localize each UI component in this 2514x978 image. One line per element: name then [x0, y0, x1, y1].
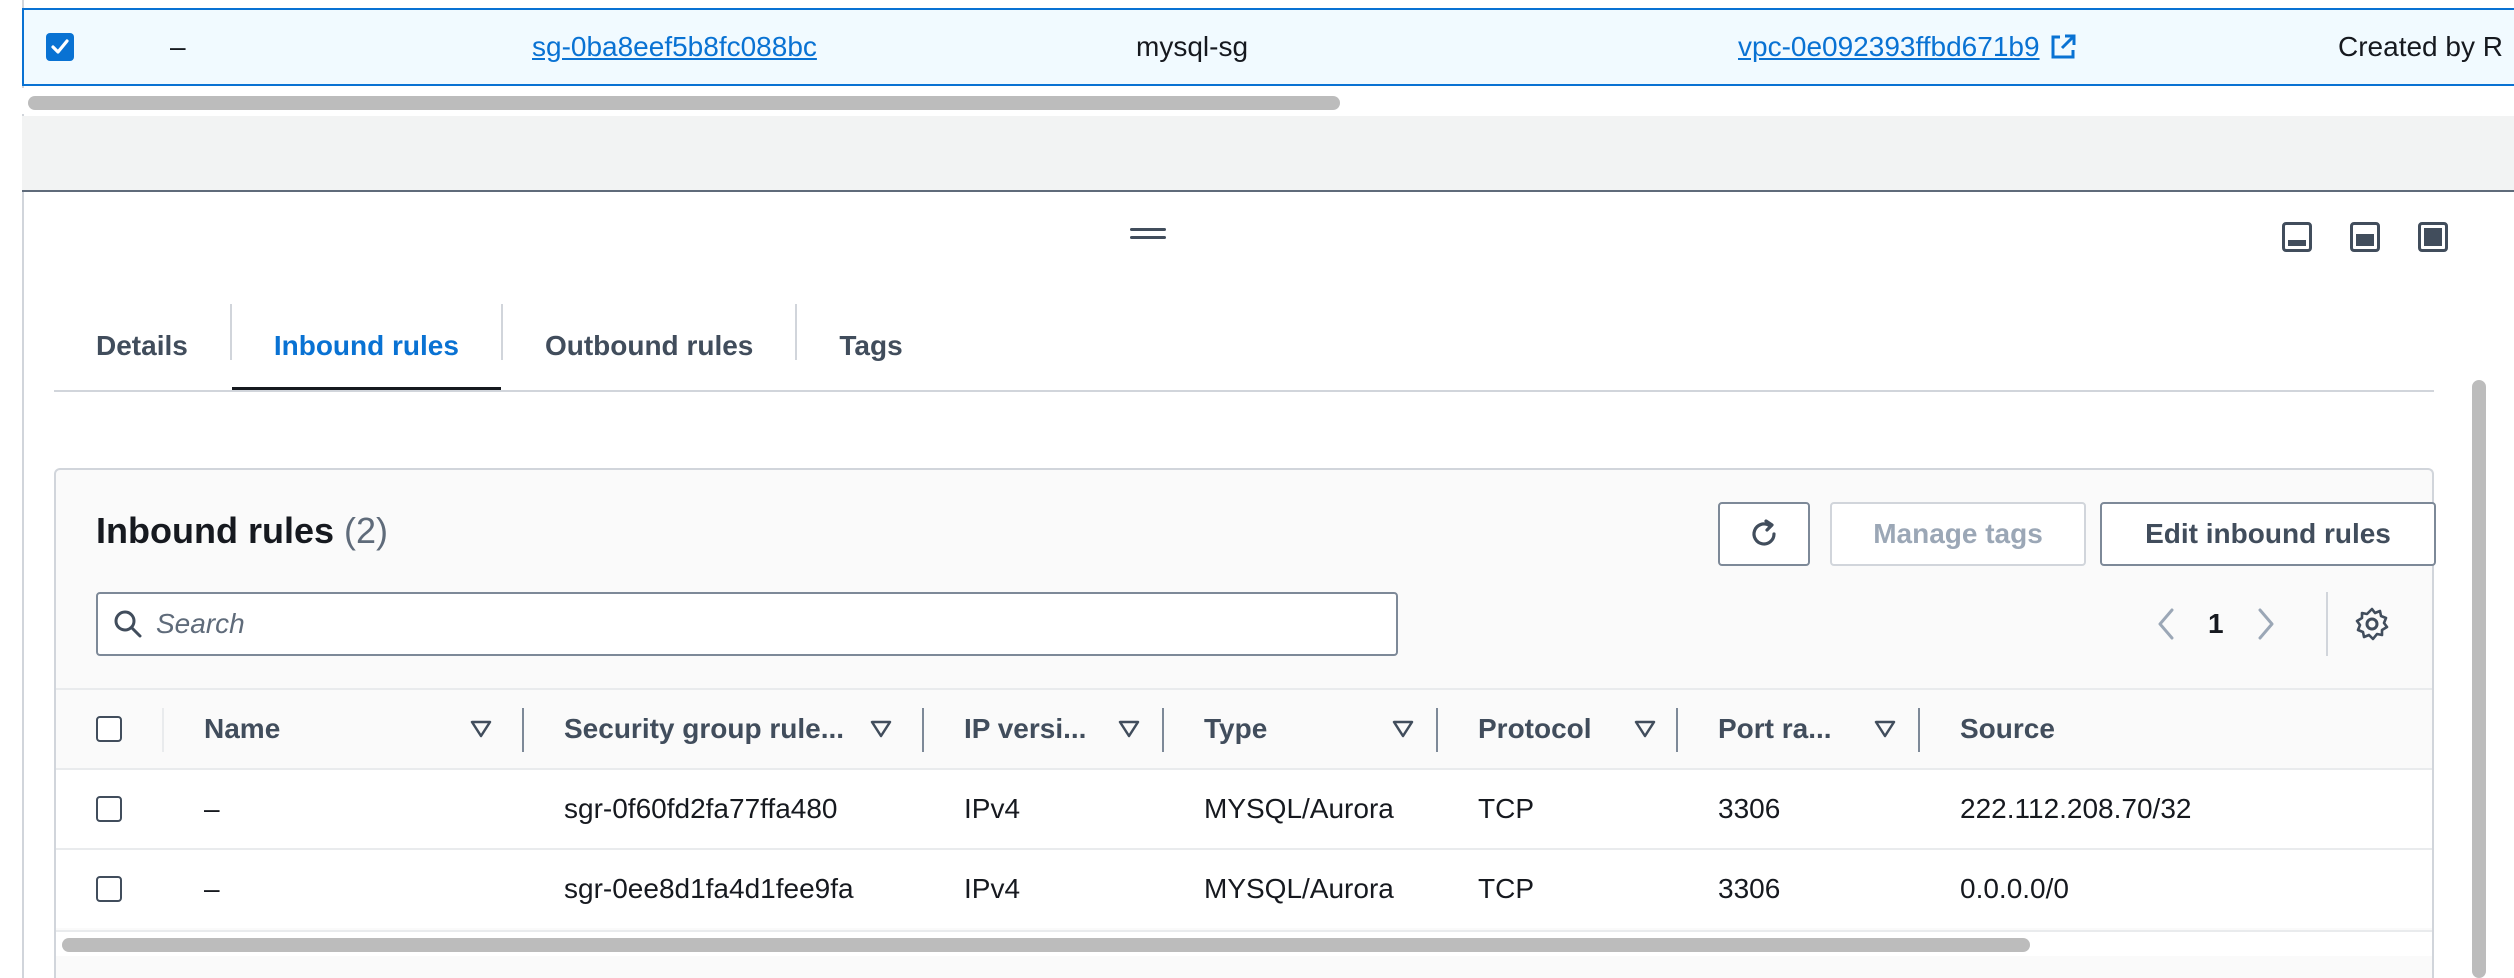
column-divider[interactable]	[522, 708, 524, 752]
cell-rule-id: sgr-0ee8d1fa4d1fee9fa	[564, 873, 854, 904]
cell-source: 222.112.208.70/32	[1960, 793, 2192, 824]
column-divider[interactable]	[1436, 708, 1438, 752]
panel-position-bottom-icon[interactable]	[2282, 222, 2312, 252]
check-icon	[51, 39, 69, 54]
cell-port-range: 3306	[1718, 793, 1781, 824]
security-group-description: Created by R	[2338, 31, 2503, 62]
gear-icon[interactable]	[2354, 606, 2390, 642]
refresh-button[interactable]	[1718, 502, 1810, 566]
cell-source: 0.0.0.0/0	[1960, 873, 2069, 904]
table-row[interactable]: – sgr-0f60fd2fa77ffa480 IPv4 MYSQL/Auror…	[56, 768, 2432, 848]
refresh-icon	[1752, 519, 1776, 546]
column-divider	[162, 708, 164, 752]
pagination-separator	[2326, 592, 2328, 656]
tab-details[interactable]: Details	[54, 300, 230, 392]
row-checkbox-checked[interactable]	[46, 33, 74, 61]
row-checkbox[interactable]	[96, 876, 122, 902]
current-page[interactable]: 1	[2208, 608, 2224, 640]
column-divider[interactable]	[1676, 708, 1678, 752]
cell-type: MYSQL/Aurora	[1204, 793, 1394, 824]
container-title-text: Inbound rules	[96, 510, 334, 551]
cell-protocol: TCP	[1478, 793, 1534, 824]
cell-port-range: 3306	[1718, 873, 1781, 904]
column-header-protocol[interactable]: Protocol	[1478, 690, 1592, 768]
cell-name: –	[204, 873, 220, 904]
cell-type: MYSQL/Aurora	[1204, 873, 1394, 904]
tab-inbound-rules[interactable]: Inbound rules	[231, 300, 502, 392]
sort-caret-icon[interactable]	[870, 720, 892, 738]
tab-list: Details Inbound rules Outbound rules Tag…	[54, 300, 945, 392]
column-header-source[interactable]: Source	[1960, 690, 2055, 768]
column-header-security-group-rule-id[interactable]: Security group rule...	[564, 690, 844, 768]
preferences	[2354, 592, 2390, 656]
split-panel-divider	[22, 190, 2514, 192]
chevron-right-icon[interactable]	[2254, 606, 2278, 642]
search-icon	[114, 610, 142, 638]
selected-table-row[interactable]: – sg-0ba8eef5b8fc088bc mysql-sg vpc-0e09…	[22, 8, 2514, 86]
search-input[interactable]	[156, 608, 1356, 640]
sort-caret-icon[interactable]	[1392, 720, 1414, 738]
security-group-id-link[interactable]: sg-0ba8eef5b8fc088bc	[532, 31, 817, 63]
external-link-icon[interactable]	[2048, 32, 2078, 62]
row-checkbox[interactable]	[96, 796, 122, 822]
search-field[interactable]	[96, 592, 1398, 656]
edit-inbound-rules-button[interactable]: Edit inbound rules	[2100, 502, 2436, 566]
column-divider[interactable]	[922, 708, 924, 752]
sort-caret-icon[interactable]	[1634, 720, 1656, 738]
sort-caret-icon[interactable]	[470, 720, 492, 738]
row-checkbox-cell[interactable]	[46, 10, 74, 84]
column-header-name[interactable]: Name	[204, 690, 280, 768]
panel-position-side-icon[interactable]	[2350, 222, 2380, 252]
cell-ip-version: IPv4	[964, 873, 1021, 904]
scrollbar-thumb[interactable]	[62, 938, 2030, 952]
column-divider[interactable]	[1162, 708, 1164, 752]
table-row[interactable]: – sgr-0ee8d1fa4d1fee9fa IPv4 MYSQL/Auror…	[56, 848, 2432, 928]
tabs-underline	[54, 390, 2434, 392]
table-header: Name Security group rule... IP versi... …	[56, 688, 2432, 768]
rules-table-horizontal-scrollbar[interactable]	[56, 930, 2432, 956]
security-group-name: mysql-sg	[1136, 31, 1249, 62]
sort-caret-icon[interactable]	[1874, 720, 1896, 738]
vpc-id-link[interactable]: vpc-0e092393ffbd671b9	[1738, 31, 2040, 63]
split-panel-drag-handle[interactable]	[1130, 228, 1166, 242]
cell-protocol: TCP	[1478, 873, 1534, 904]
column-header-ip-version[interactable]: IP versi...	[964, 690, 1086, 768]
split-panel-vertical-scrollbar[interactable]	[2466, 270, 2490, 978]
chevron-left-icon[interactable]	[2154, 606, 2178, 642]
cell-name: –	[204, 793, 220, 824]
manage-tags-button[interactable]: Manage tags	[1830, 502, 2086, 566]
row-name-cell: –	[170, 31, 186, 62]
column-header-type[interactable]: Type	[1204, 690, 1267, 768]
inbound-rules-container: Inbound rules (2) Manage tags Edit inbou…	[54, 468, 2436, 978]
tab-tags[interactable]: Tags	[797, 300, 944, 392]
top-table-horizontal-scrollbar[interactable]	[22, 88, 2514, 114]
sort-caret-icon[interactable]	[1118, 720, 1140, 738]
pagination: 1	[2154, 592, 2278, 656]
scrollbar-thumb[interactable]	[2472, 380, 2486, 978]
select-all-checkbox[interactable]	[96, 716, 122, 742]
panel-maximize-icon[interactable]	[2418, 222, 2448, 252]
column-header-port-range[interactable]: Port ra...	[1718, 690, 1832, 768]
cell-ip-version: IPv4	[964, 793, 1021, 824]
scrollbar-thumb[interactable]	[28, 96, 1340, 110]
container-title: Inbound rules (2)	[96, 510, 388, 552]
rules-count: (2)	[344, 510, 389, 551]
table-footer-area	[22, 116, 2514, 190]
cell-rule-id: sgr-0f60fd2fa77ffa480	[564, 793, 838, 824]
column-divider[interactable]	[1918, 708, 1920, 752]
tab-outbound-rules[interactable]: Outbound rules	[503, 300, 795, 392]
